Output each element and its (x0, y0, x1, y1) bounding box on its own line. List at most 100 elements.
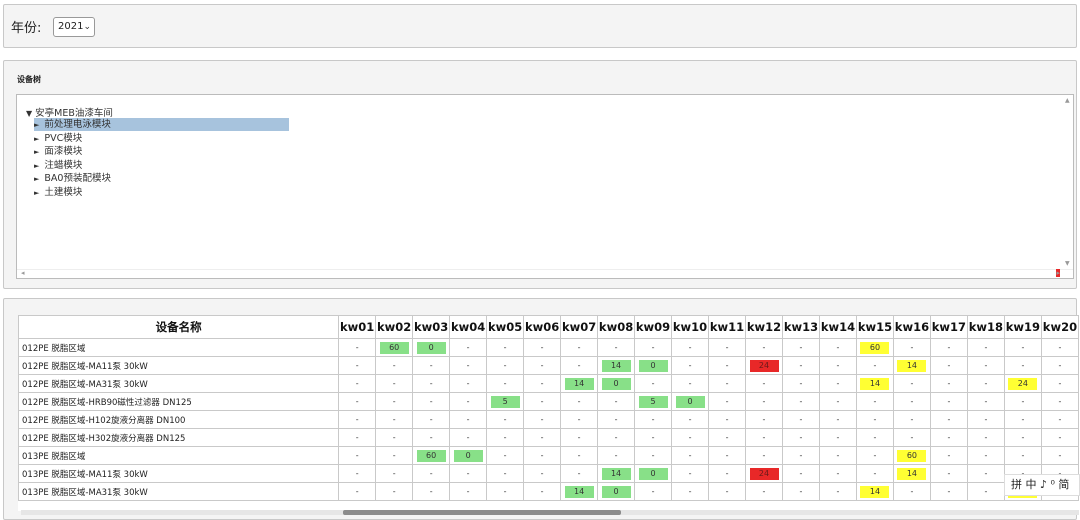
week-cell[interactable]: - (634, 374, 673, 393)
week-cell[interactable]: - (745, 392, 783, 411)
week-cell[interactable]: - (929, 392, 968, 411)
tree-node[interactable]: ► 前处理电泳模块 (34, 118, 289, 131)
week-cell[interactable]: - (782, 374, 820, 393)
week-cell[interactable]: - (338, 410, 377, 429)
week-cell[interactable]: - (1040, 428, 1079, 447)
week-cell[interactable]: - (929, 464, 968, 483)
week-cell[interactable]: 60 (855, 338, 894, 357)
week-cell[interactable]: - (523, 464, 562, 483)
table-row[interactable]: 012PE 脱脂区域 - 60 0 - - - - - - - - - - - 60 - - - - - (18, 338, 1079, 357)
week-cell[interactable]: - (671, 428, 710, 447)
week-cell[interactable]: - (1003, 446, 1042, 465)
week-cell[interactable]: - (966, 410, 1005, 429)
week-cell[interactable]: 14 (597, 356, 636, 375)
week-cell[interactable]: - (929, 482, 968, 501)
week-cell[interactable]: - (892, 392, 931, 411)
week-cell[interactable]: - (523, 356, 562, 375)
week-cell[interactable]: 0 (412, 338, 451, 357)
table-horizontal-scrollbar[interactable] (21, 510, 1079, 515)
week-cell[interactable]: 0 (449, 446, 488, 465)
week-cell[interactable]: - (523, 374, 562, 393)
week-cell[interactable]: - (966, 482, 1005, 501)
week-cell[interactable]: - (818, 374, 857, 393)
week-cell[interactable]: - (560, 464, 599, 483)
week-cell[interactable]: - (782, 356, 820, 375)
scroll-thumb[interactable] (343, 510, 621, 515)
week-cell[interactable]: 0 (634, 464, 673, 483)
week-cell[interactable]: - (1040, 338, 1079, 357)
year-select[interactable]: 2021 ⌄ (53, 17, 95, 37)
week-cell[interactable]: - (818, 410, 857, 429)
week-cell[interactable]: 60 (412, 446, 451, 465)
scroll-up-icon[interactable]: ▲ (1065, 97, 1070, 104)
week-cell[interactable]: - (634, 338, 673, 357)
vertical-scrollbar[interactable]: ▲ ▼ (1064, 95, 1073, 269)
collapsed-arrow-icon[interactable]: ► (34, 162, 39, 170)
tree-node[interactable]: ► BA0预装配模块 (34, 172, 289, 185)
week-cell[interactable]: - (708, 446, 747, 465)
week-cell[interactable]: - (486, 446, 525, 465)
week-cell[interactable]: - (966, 446, 1005, 465)
week-cell[interactable]: - (412, 392, 451, 411)
table-row[interactable]: 013PE 脱脂区域 - - 60 0 - - - - - - - - - - - 60 - - - - (18, 446, 1079, 465)
week-cell[interactable]: - (929, 446, 968, 465)
week-cell[interactable]: - (634, 482, 673, 501)
week-cell[interactable]: - (1003, 428, 1042, 447)
week-cell[interactable]: - (745, 446, 783, 465)
week-cell[interactable]: - (818, 392, 857, 411)
week-cell[interactable]: - (375, 374, 414, 393)
week-cell[interactable]: - (929, 356, 968, 375)
week-cell[interactable]: - (375, 356, 414, 375)
week-cell[interactable]: - (855, 356, 894, 375)
week-cell[interactable]: - (855, 428, 894, 447)
week-cell[interactable]: - (560, 392, 599, 411)
week-cell[interactable]: - (597, 392, 636, 411)
week-cell[interactable]: - (671, 356, 710, 375)
week-cell[interactable]: - (338, 392, 377, 411)
horizontal-scrollbar[interactable]: ◂ ▸ (17, 269, 1073, 278)
week-cell[interactable]: - (818, 428, 857, 447)
collapsed-arrow-icon[interactable]: ► (34, 135, 39, 143)
week-cell[interactable]: - (966, 374, 1005, 393)
week-cell[interactable]: - (671, 410, 710, 429)
week-cell[interactable]: - (1040, 392, 1079, 411)
week-cell[interactable]: - (486, 338, 525, 357)
week-cell[interactable]: - (338, 374, 377, 393)
expanded-triangle-icon[interactable]: ▼ (26, 109, 32, 118)
tree-node[interactable]: ► 面漆模块 (34, 145, 289, 158)
week-cell[interactable]: - (1003, 356, 1042, 375)
week-cell[interactable]: - (449, 338, 488, 357)
week-cell[interactable]: 24 (745, 464, 783, 483)
week-cell[interactable]: - (412, 374, 451, 393)
week-cell[interactable]: - (560, 428, 599, 447)
week-cell[interactable]: - (708, 464, 747, 483)
week-cell[interactable]: - (1040, 410, 1079, 429)
week-cell[interactable]: - (855, 392, 894, 411)
week-cell[interactable]: - (523, 446, 562, 465)
week-cell[interactable]: - (597, 446, 636, 465)
week-cell[interactable]: - (412, 410, 451, 429)
week-cell[interactable]: 14 (855, 374, 894, 393)
week-cell[interactable]: - (449, 410, 488, 429)
week-cell[interactable]: - (375, 410, 414, 429)
week-cell[interactable]: - (523, 428, 562, 447)
week-cell[interactable]: - (966, 356, 1005, 375)
week-cell[interactable]: - (560, 356, 599, 375)
week-cell[interactable]: - (597, 428, 636, 447)
collapsed-arrow-icon[interactable]: ► (34, 175, 39, 183)
ime-toolbar[interactable]: 拼 中 ♪ ⁰ 简 (1004, 474, 1080, 496)
week-cell[interactable]: - (708, 428, 747, 447)
scroll-down-icon[interactable]: ▼ (1065, 260, 1070, 267)
week-cell[interactable]: - (782, 446, 820, 465)
week-cell[interactable]: - (818, 482, 857, 501)
week-cell[interactable]: - (892, 338, 931, 357)
week-cell[interactable]: - (782, 392, 820, 411)
week-cell[interactable]: - (375, 428, 414, 447)
week-cell[interactable]: 0 (634, 356, 673, 375)
week-cell[interactable]: - (1003, 410, 1042, 429)
week-cell[interactable]: - (560, 446, 599, 465)
table-row[interactable]: 012PE 脱脂区域-MA11泵 30kW - - - - - - - 14 0 - - 24 - - - 14… (18, 356, 1079, 375)
week-cell[interactable]: 24 (745, 356, 783, 375)
week-cell[interactable]: - (708, 338, 747, 357)
week-cell[interactable]: - (338, 446, 377, 465)
